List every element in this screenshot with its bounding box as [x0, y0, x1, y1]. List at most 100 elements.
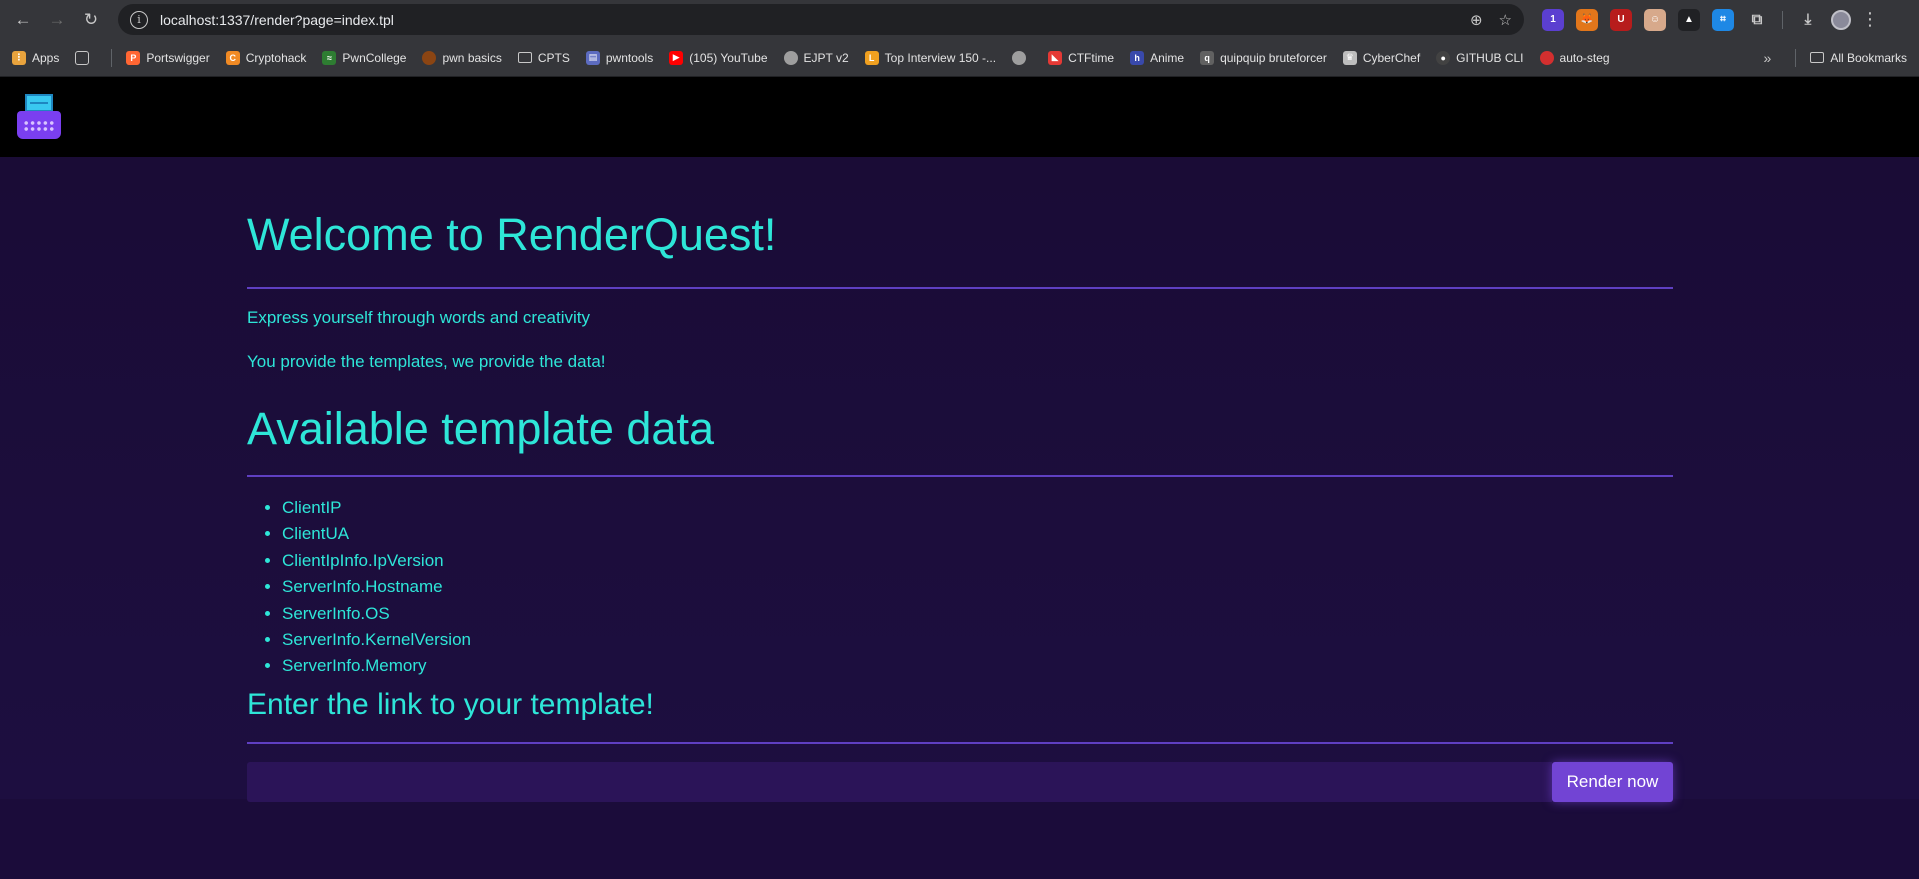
quipquip-icon: q [1200, 50, 1215, 65]
bookmarks-right: » All Bookmarks [1764, 48, 1907, 67]
extension-icon-1[interactable]: 1 [1542, 8, 1564, 31]
template-data-heading: Available template data [247, 403, 714, 454]
bookmark-quipquip[interactable]: q quipquip bruteforcer [1200, 50, 1327, 65]
pwntools-icon: ▤ [585, 50, 600, 65]
render-form: Render now [247, 761, 1673, 802]
bookmark-label: Top Interview 150 -... [884, 50, 997, 65]
render-now-button[interactable]: Render now [1552, 761, 1673, 802]
zoom-icon[interactable]: ⊕ [1470, 11, 1483, 29]
screenshot-icon[interactable]: ⌗ [1712, 8, 1734, 31]
auto-steg-icon [1539, 50, 1554, 65]
typewriter-logo-icon[interactable] [14, 92, 64, 142]
bookmark-portswigger[interactable]: P Portswigger [126, 50, 210, 65]
bookmark-globe[interactable] [1012, 50, 1032, 65]
globe-icon [1012, 50, 1027, 65]
content-container: Welcome to RenderQuest! Express yourself… [247, 157, 1673, 802]
tagline-2: You provide the templates, we provide th… [247, 352, 606, 371]
profile-avatar[interactable] [1831, 9, 1851, 30]
bookmark-label: Cryptohack [245, 50, 307, 65]
address-bar[interactable]: i localhost:1337/render?page=index.tpl ⊕… [118, 4, 1524, 35]
bookmarks-bar: ⋮ Apps P Portswigger C Cryptohack ≈ PwnColle… [0, 39, 1919, 77]
list-item: ServerInfo.OS [282, 603, 1673, 629]
grid-icon [75, 50, 90, 65]
bookmark-top-interview[interactable]: L Top Interview 150 -... [864, 50, 997, 65]
extensions-puzzle-icon[interactable]: ⧉ [1746, 9, 1768, 31]
cryptohack-icon: C [225, 50, 240, 65]
bookmark-label: pwn basics [442, 50, 502, 65]
download-icon[interactable]: ⤓ [1797, 9, 1819, 31]
youtube-icon: ▶ [669, 50, 684, 65]
list-item: ServerInfo.Hostname [282, 576, 1673, 602]
extensions-area: 1 🦊 U ☺ ▲ ⌗ ⧉ ⤓ ⋮ [1536, 8, 1879, 31]
more-bookmarks-chevron-icon[interactable]: » [1764, 50, 1772, 66]
bookmark-label: GITHUB CLI [1456, 50, 1524, 65]
portswigger-icon: P [126, 50, 141, 65]
bookmark-apps[interactable]: ⋮ Apps [12, 50, 60, 65]
template-data-list: ClientIP ClientUA ClientIpInfo.IpVersion… [247, 497, 1673, 682]
url-path: :1337/render?page=index.tpl [215, 11, 394, 28]
bookmark-github-cli[interactable]: ● GITHUB CLI [1436, 50, 1524, 65]
divider [247, 475, 1673, 477]
pwncollege-icon: ≈ [322, 50, 337, 65]
metamask-icon[interactable]: 🦊 [1576, 8, 1598, 31]
bookmark-cyberchef[interactable]: ♛ CyberChef [1342, 50, 1421, 65]
folder-icon [1810, 52, 1825, 63]
template-url-input[interactable] [247, 761, 1552, 802]
bookmark-pwncollege[interactable]: ≈ PwnCollege [322, 50, 407, 65]
bookmarks-divider [111, 48, 113, 67]
list-item: ClientIpInfo.IpVersion [282, 550, 1673, 576]
bookmark-cryptohack[interactable]: C Cryptohack [225, 50, 307, 65]
folder-icon [517, 52, 532, 63]
forward-icon[interactable]: → [42, 5, 72, 35]
tab-groups-icon[interactable] [75, 50, 95, 65]
bookmark-label: Apps [32, 50, 60, 65]
ctftime-icon: ◣ [1048, 50, 1063, 65]
tagline: Express yourself through words and creat… [247, 308, 590, 327]
bookmark-ctftime[interactable]: ◣ CTFtime [1048, 50, 1115, 65]
ublock-icon[interactable]: U [1610, 8, 1632, 31]
browser-toolbar: ← → ↻ i localhost:1337/render?page=index… [0, 0, 1919, 39]
bookmark-label: CyberChef [1362, 50, 1421, 65]
bookmark-label: (105) YouTube [689, 50, 768, 65]
bookmark-youtube[interactable]: ▶ (105) YouTube [669, 50, 768, 65]
bookmark-label: CPTS [537, 50, 570, 65]
all-bookmarks-button[interactable]: All Bookmarks [1830, 51, 1907, 65]
list-item: ClientIP [282, 497, 1673, 523]
globe-icon [783, 50, 798, 65]
bookmark-label: pwntools [605, 50, 654, 65]
page-main: Welcome to RenderQuest! Express yourself… [0, 157, 1919, 802]
bookmark-anime[interactable]: h Anime [1130, 50, 1185, 65]
bookmark-star-icon[interactable]: ☆ [1499, 11, 1512, 29]
divider [247, 741, 1673, 744]
bookmark-ejpt[interactable]: EJPT v2 [783, 50, 849, 65]
pwn-basics-icon [422, 50, 437, 65]
bookmark-label: Anime [1150, 50, 1185, 65]
bookmark-pwntools[interactable]: ▤ pwntools [585, 50, 654, 65]
divider [247, 287, 1673, 289]
bookmark-label: CTFtime [1068, 50, 1115, 65]
extension-icon-face[interactable]: ☺ [1644, 8, 1666, 31]
url-host: localhost [160, 11, 216, 28]
page-title: Welcome to RenderQuest! [247, 209, 777, 260]
toolbar-divider [1782, 10, 1783, 29]
site-header [0, 77, 1919, 157]
bookmark-cpts[interactable]: CPTS [517, 50, 570, 65]
template-link-heading: Enter the link to your template! [247, 687, 654, 721]
cyberchef-icon: ♛ [1342, 50, 1357, 65]
extension-icon-hat[interactable]: ▲ [1678, 8, 1700, 31]
bookmark-label: auto-steg [1559, 50, 1610, 65]
anime-icon: h [1130, 50, 1145, 65]
list-item: ServerInfo.KernelVersion [282, 629, 1673, 655]
apps-grid-icon: ⋮ [12, 50, 26, 65]
bookmark-pwn-basics[interactable]: pwn basics [422, 50, 502, 65]
bookmark-auto-steg[interactable]: auto-steg [1539, 50, 1610, 65]
bookmark-label: EJPT v2 [803, 50, 849, 65]
url-text[interactable]: localhost:1337/render?page=index.tpl [160, 12, 1454, 28]
reload-icon[interactable]: ↻ [76, 5, 106, 35]
bookmarks-divider [1795, 48, 1797, 67]
list-item: ClientUA [282, 523, 1673, 549]
site-info-icon[interactable]: i [130, 10, 148, 29]
back-icon[interactable]: ← [8, 5, 38, 35]
menu-dots-icon[interactable]: ⋮ [1861, 9, 1879, 30]
bookmark-label: PwnCollege [342, 50, 407, 65]
